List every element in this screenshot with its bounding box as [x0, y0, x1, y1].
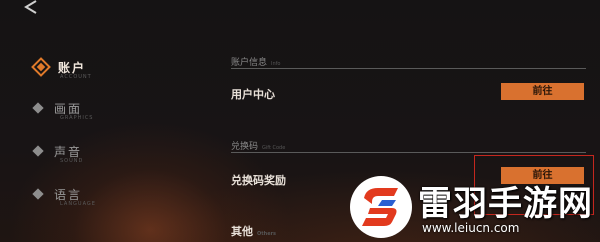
sidebar-item-label: 语言: [54, 187, 83, 202]
sidebar-item-label: 账户: [58, 60, 87, 75]
sidebar-item-account[interactable]: 账户 ACCOUNT: [31, 56, 91, 80]
diamond-icon: [32, 145, 44, 157]
sidebar-item-sound[interactable]: 声音 SOUND: [32, 140, 84, 164]
section-title-en: Others: [257, 231, 277, 237]
section-title-other: 其他 Others: [231, 223, 276, 239]
sidebar-item-label: 声音: [54, 144, 83, 159]
selected-diamond-icon: [31, 57, 51, 77]
watermark-url: www.leiucn.com: [422, 221, 520, 235]
sidebar-item-sublabel: ACCOUNT: [60, 74, 92, 80]
section-title-gift-code: 兑换码 Gift Code: [231, 139, 285, 152]
watermark-title: 雷羽手游网: [418, 184, 593, 224]
sidebar-item-graphics[interactable]: 画面 GRAPHICS: [32, 97, 92, 121]
sidebar-item-sublabel: GRAPHICS: [60, 115, 94, 121]
divider: [231, 152, 586, 153]
section-title-en: Info: [271, 61, 281, 67]
section-title-text: 兑换码: [231, 142, 259, 152]
watermark-logo-icon: [350, 176, 412, 238]
sidebar-item-language[interactable]: 语言 LANGUAGE: [32, 183, 95, 207]
watermark: 雷羽手游网 www.leiucn.com: [348, 174, 600, 242]
user-center-label: 用户中心: [231, 88, 275, 101]
back-arrow-icon[interactable]: [22, 0, 42, 14]
diamond-icon: [32, 188, 44, 200]
section-title-text: 账户信息: [231, 58, 268, 68]
sidebar-item-label: 画面: [54, 101, 83, 116]
diamond-icon: [32, 102, 44, 114]
sidebar-item-sublabel: SOUND: [60, 158, 84, 164]
gift-code-reward-label: 兑换码奖励: [231, 174, 286, 187]
sidebar-item-sublabel: LANGUAGE: [60, 201, 96, 207]
section-title-en: Gift Code: [262, 145, 286, 151]
section-title-account-info: 账户信息 Info: [231, 55, 280, 68]
section-title-text: 其他: [231, 225, 253, 238]
user-center-go-button[interactable]: 前往: [501, 83, 584, 100]
divider: [231, 68, 586, 69]
